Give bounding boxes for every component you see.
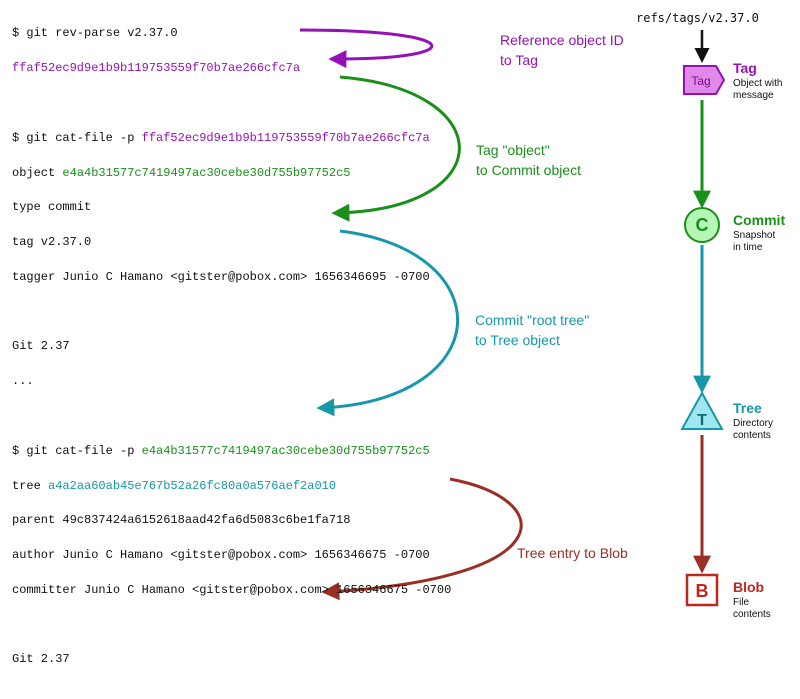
commit-author: author Junio C Hamano <gitster@pobox.com… xyxy=(12,547,572,564)
cmd-rev-parse: $ git rev-parse v2.37.0 xyxy=(12,25,572,42)
side-tree: TreeDirectory contents xyxy=(733,398,773,442)
side-commit: CommitSnapshot in time xyxy=(733,210,785,254)
tag-type: type commit xyxy=(12,199,572,216)
ref-path: refs/tags/v2.37.0 xyxy=(636,10,759,27)
commit-committer: committer Junio C Hamano <gitster@pobox.… xyxy=(12,582,572,599)
tag-msg: Git 2.37 xyxy=(12,338,572,355)
side-tag: TagObject with message xyxy=(733,58,782,102)
commit-tree-line: tree a4a2aa60ab45e767b52a26fc80a0a576aef… xyxy=(12,478,572,495)
commit-msg: Git 2.37 xyxy=(12,651,572,668)
sha-tag: ffaf52ec9d9e1b9b119753559f70b7ae266cfc7a xyxy=(12,60,572,77)
svg-text:T: T xyxy=(697,412,707,429)
terminal-output: $ git rev-parse v2.37.0 ffaf52ec9d9e1b9b… xyxy=(12,8,572,699)
svg-text:Tag: Tag xyxy=(691,74,710,88)
cmd-cat-tag: $ git cat-file -p ffaf52ec9d9e1b9b119753… xyxy=(12,130,572,147)
ellipsis: ... xyxy=(12,373,572,390)
tag-tagger: tagger Junio C Hamano <gitster@pobox.com… xyxy=(12,269,572,286)
tag-object-line: object e4a4b31577c7419497ac30cebe30d755b… xyxy=(12,165,572,182)
side-blob: BlobFile contents xyxy=(733,577,771,621)
cmd-cat-commit: $ git cat-file -p e4a4b31577c7419497ac30… xyxy=(12,443,572,460)
commit-parent: parent 49c837424a6152618aad42fa6d5083c6b… xyxy=(12,512,572,529)
tag-name: tag v2.37.0 xyxy=(12,234,572,251)
svg-text:B: B xyxy=(696,581,709,601)
svg-text:C: C xyxy=(696,215,709,235)
